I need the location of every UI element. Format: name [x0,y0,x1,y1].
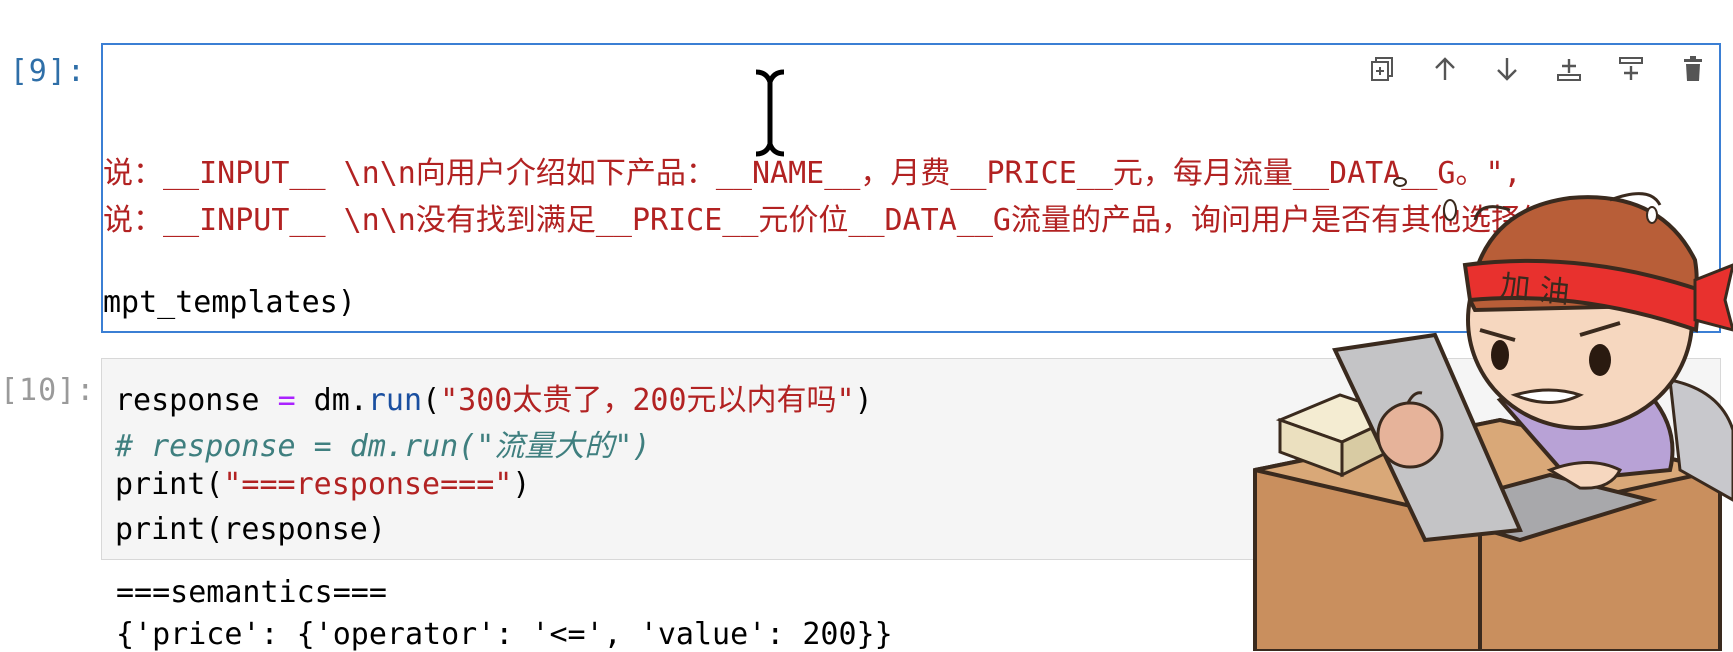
text-cursor-icon [755,69,785,157]
code-comment[interactable]: # response = dm.run("流量大的") [115,421,650,465]
move-up-icon[interactable] [1429,53,1461,85]
code-token: = [277,383,296,418]
code-line[interactable]: print(response) [115,512,386,547]
code-token: "===response===" [223,467,513,502]
code-line[interactable]: mpt_templates) [103,285,356,320]
code-token: dm. [295,383,368,418]
code-line[interactable]: print("===response===") [115,467,530,502]
code-token: run [367,383,423,418]
code-token: ) [854,383,873,418]
code-token: response [115,383,278,418]
code-token: ) [512,467,531,502]
output-line: ===semantics=== [116,575,387,610]
output-line: {'price': {'operator': '<=', 'value': 20… [116,617,893,652]
code-token: ( [422,383,441,418]
cell-toolbar [1367,53,1709,85]
duplicate-icon[interactable] [1367,53,1399,85]
insert-above-icon[interactable] [1553,53,1585,85]
cartoon-sticker: 加 油 [1253,177,1733,651]
code-token: print( [115,467,224,502]
headband-text: 加 油 [1498,269,1571,311]
cell-prompt: [9]: [9,54,86,89]
code-token: "300太贵了，200元以内有吗" [440,383,855,418]
code-line[interactable]: response = dm.run("300太贵了，200元以内有吗") [115,375,873,419]
cell-prompt: [10]: [0,373,96,408]
insert-below-icon[interactable] [1615,53,1647,85]
delete-icon[interactable] [1677,53,1709,85]
move-down-icon[interactable] [1491,53,1523,85]
